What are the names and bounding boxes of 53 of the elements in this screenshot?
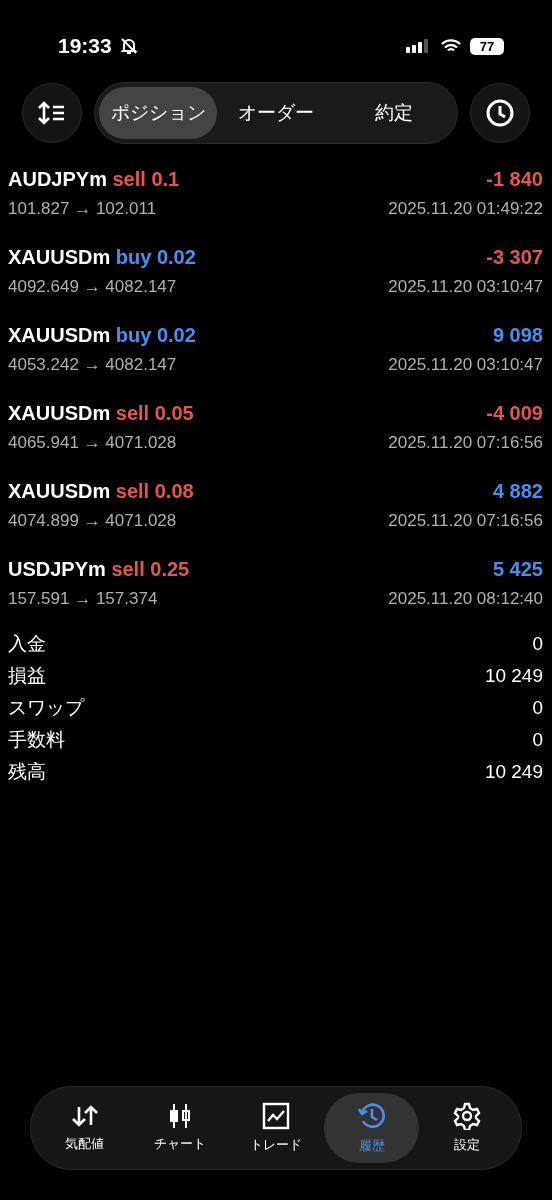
deal-time: 2025.11.20 03:10:47 xyxy=(388,354,543,375)
profit-value: 9 098 xyxy=(492,323,543,347)
nav-item[interactable]: 気配値 xyxy=(37,1093,133,1163)
arrows-icon xyxy=(70,1103,99,1129)
summary-label: 損益 xyxy=(8,664,46,688)
summary-value: 10 249 xyxy=(484,761,543,783)
summary-label: スワップ xyxy=(8,696,84,720)
price-range: 101.827 → 102.011 xyxy=(8,198,157,219)
summary-value: 0 xyxy=(532,697,543,719)
price-range: 4092.649 → 4082.147 xyxy=(8,276,177,297)
tab[interactable]: ポジション xyxy=(99,87,217,139)
deal-title: XAUUSDm buy 0.02 xyxy=(8,245,196,269)
summary-value: 10 249 xyxy=(484,665,543,687)
wifi-icon xyxy=(440,38,462,54)
nav-item[interactable]: 履歴 xyxy=(323,1093,420,1163)
profit-value: -4 009 xyxy=(486,401,543,425)
deal-time: 2025.11.20 08:12:40 xyxy=(388,588,543,609)
profit-value: 5 425 xyxy=(492,557,543,581)
nav-item[interactable]: チャート xyxy=(132,1093,229,1163)
deal-title: AUDJPYm sell 0.1 xyxy=(8,167,180,191)
battery-level: 77 xyxy=(470,37,504,55)
summary-label: 入金 xyxy=(8,632,46,656)
deal-time: 2025.11.20 01:49:22 xyxy=(388,198,543,219)
nav-item[interactable]: 設定 xyxy=(419,1093,515,1163)
price-range: 4053.242 → 4082.147 xyxy=(8,354,177,375)
summary-label: 残高 xyxy=(8,760,46,784)
deal-title: XAUUSDm sell 0.08 xyxy=(8,479,194,503)
price-range: 4065.941 → 4071.028 xyxy=(8,432,177,453)
price-range: 4074.899 → 4071.028 xyxy=(8,510,177,531)
summary-label: 手数料 xyxy=(8,728,65,752)
deal-title: XAUUSDm sell 0.05 xyxy=(8,401,194,425)
candlestick-icon xyxy=(168,1103,193,1129)
clock-time: 19:33 xyxy=(58,34,112,58)
profit-value: -3 307 xyxy=(486,245,543,269)
nav-item[interactable]: トレード xyxy=(228,1093,324,1163)
deal-title: USDJPYm sell 0.25 xyxy=(8,557,190,581)
profit-value: -1 840 xyxy=(486,167,543,191)
settings-icon xyxy=(453,1102,482,1130)
sort-icon xyxy=(38,101,66,125)
line-chart-icon xyxy=(262,1102,290,1130)
history-icon xyxy=(356,1101,387,1131)
profit-value: 4 882 xyxy=(492,479,543,503)
deal-time: 2025.11.20 07:16:56 xyxy=(388,510,543,531)
price-range: 157.591 → 157.374 xyxy=(8,588,158,609)
deal-title: XAUUSDm buy 0.02 xyxy=(8,323,196,347)
summary-value: 0 xyxy=(532,633,543,655)
bell-off-icon xyxy=(119,37,138,55)
clock-icon xyxy=(485,98,515,128)
tab[interactable]: 約定 xyxy=(335,87,453,139)
tab[interactable]: オーダー xyxy=(217,87,335,139)
deal-time: 2025.11.20 07:16:56 xyxy=(388,432,543,453)
summary-value: 0 xyxy=(532,729,543,751)
deal-time: 2025.11.20 03:10:47 xyxy=(388,276,543,297)
